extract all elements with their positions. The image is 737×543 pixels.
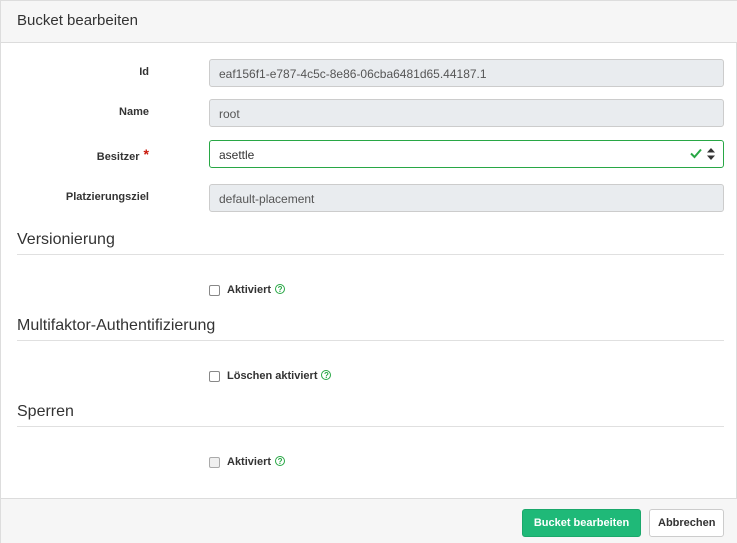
dialog-header: Bucket bearbeiten: [1, 1, 737, 43]
edit-bucket-button[interactable]: Bucket bearbeiten: [522, 509, 641, 537]
mfa-delete-checkbox[interactable]: [209, 371, 220, 382]
name-field: root: [209, 99, 724, 127]
mfa-title: Multifaktor-Authentifizierung: [17, 317, 216, 334]
versioning-title: Versionierung: [17, 231, 115, 248]
dialog-title: Bucket bearbeiten: [17, 12, 138, 29]
owner-label-wrap: Besitzer *: [96, 146, 149, 163]
edit-bucket-dialog: Bucket bearbeiten Id eaf156f1-e787-4c5c-…: [0, 0, 737, 543]
form-row-id: Id eaf156f1-e787-4c5c-8e86-06cba6481d65.…: [1, 59, 737, 87]
id-label: Id: [139, 66, 149, 78]
placement-field: default-placement: [209, 184, 724, 212]
owner-select[interactable]: asettle: [209, 140, 724, 168]
locking-section: Sperren: [17, 403, 724, 427]
mfa-checkbox-text: Löschen aktiviert?: [227, 370, 332, 382]
id-field: eaf156f1-e787-4c5c-8e86-06cba6481d65.441…: [209, 59, 724, 87]
locking-title: Sperren: [17, 403, 74, 420]
question-circle-icon[interactable]: ?: [321, 370, 332, 380]
checkmark-icon: [690, 148, 702, 159]
locking-checkbox-text: Aktiviert?: [227, 456, 286, 468]
question-circle-icon[interactable]: ?: [275, 284, 286, 294]
sort-updown-icon: [707, 148, 715, 160]
mfa-section: Multifaktor-Authentifizierung: [17, 317, 724, 341]
placement-label: Platzierungsziel: [65, 191, 149, 203]
locking-checkbox-label: Aktiviert: [227, 456, 272, 468]
name-label: Name: [119, 106, 149, 118]
versioning-checkbox[interactable]: [209, 285, 220, 296]
owner-select-value: asettle: [219, 148, 255, 162]
versioning-checkbox-text: Aktiviert?: [227, 284, 286, 296]
owner-label: Besitzer: [96, 151, 140, 163]
form-row-placement: Platzierungsziel default-placement: [1, 184, 737, 212]
cancel-button[interactable]: Abbrechen: [649, 509, 724, 537]
mfa-checkbox-label: Löschen aktiviert: [227, 370, 318, 382]
form-row-name: Name root: [1, 99, 737, 127]
form-row-owner: Besitzer * asettle: [1, 140, 737, 168]
question-circle-icon[interactable]: ?: [275, 456, 286, 466]
required-marker: *: [143, 146, 149, 162]
versioning-section: Versionierung: [17, 231, 724, 255]
dialog-footer: Bucket bearbeiten Abbrechen: [1, 498, 737, 543]
locking-checkbox[interactable]: [209, 457, 220, 468]
versioning-checkbox-label: Aktiviert: [227, 284, 272, 296]
